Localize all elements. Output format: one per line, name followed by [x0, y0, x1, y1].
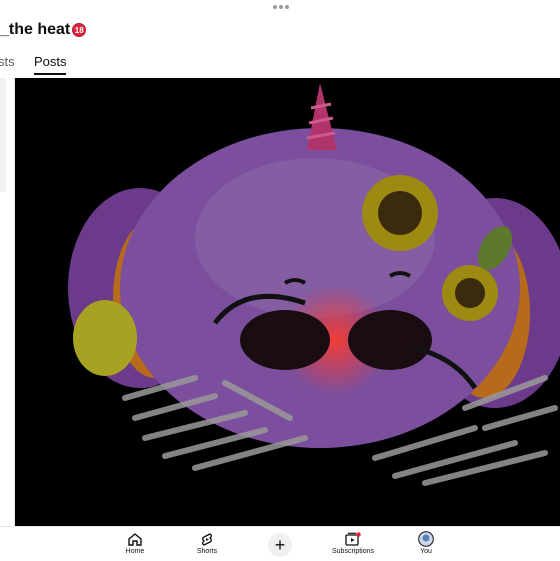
subscriptions-icon	[344, 531, 362, 547]
post-image[interactable]	[15, 78, 560, 526]
nav-home-label: Home	[125, 548, 145, 555]
nav-you[interactable]: You	[396, 531, 456, 555]
nav-shorts[interactable]: Shorts	[177, 531, 237, 555]
dot-icon	[279, 5, 283, 9]
sunflower-icon	[362, 175, 438, 251]
dot-icon	[285, 5, 289, 9]
nav-subscriptions-label: Subscriptions	[331, 548, 375, 555]
nav-subscriptions[interactable]: Subscriptions	[323, 531, 383, 555]
home-icon	[126, 531, 144, 547]
previous-post-edge	[0, 78, 6, 192]
channel-tabs: sts Posts	[0, 50, 560, 76]
channel-header: _the heat 18	[0, 19, 87, 41]
tab-selected-indicator	[34, 73, 66, 75]
channel-name: _the heat	[0, 21, 71, 38]
nav-shorts-label: Shorts	[196, 548, 218, 555]
window-drag-handle[interactable]	[273, 4, 289, 10]
nav-home[interactable]: Home	[105, 531, 165, 555]
tab-posts[interactable]: Posts	[34, 54, 67, 69]
avatar-icon	[417, 531, 435, 547]
sunflower-icon	[442, 265, 498, 321]
shorts-icon	[198, 531, 216, 547]
create-button[interactable]: +	[268, 533, 292, 557]
tab-partial[interactable]: sts	[0, 54, 15, 69]
age-restriction-badge: 18	[72, 23, 87, 37]
dot-icon	[273, 5, 277, 9]
unicorn-drawing	[68, 83, 560, 486]
plus-icon: +	[274, 535, 286, 555]
nav-you-label: You	[420, 548, 432, 555]
bottom-navigation: Home Shorts + Subscriptions You	[0, 526, 560, 561]
